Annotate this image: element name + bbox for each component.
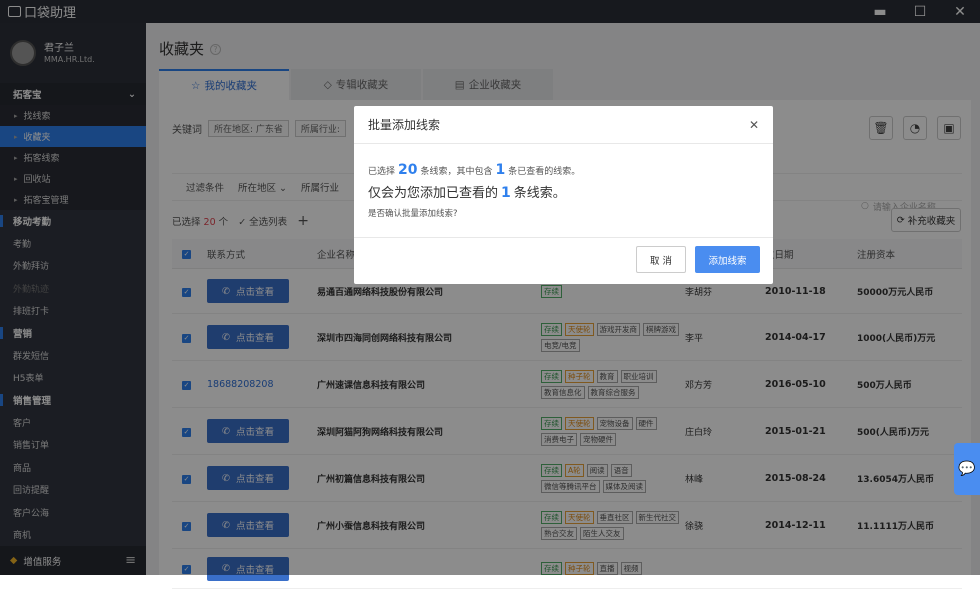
cancel-button[interactable]: 取 消 [636, 246, 686, 273]
dialog-summary: 已选择 20 条线索，其中包含 1 条已查看的线索。 [368, 162, 581, 178]
dialog-title: 批量添加线索 [368, 118, 441, 132]
add-leads-button[interactable]: 添加线索 [695, 246, 760, 273]
batch-add-dialog: 批量添加线索 ✕ 已选择 20 条线索，其中包含 1 条已查看的线索。 仅会为您… [354, 106, 773, 284]
close-icon[interactable]: ✕ [749, 118, 759, 132]
dialog-header: 批量添加线索 ✕ [354, 106, 773, 144]
modal-overlay [0, 0, 980, 575]
dialog-question: 是否确认批量添加线索? [368, 209, 458, 219]
dialog-body: 已选择 20 条线索，其中包含 1 条已查看的线索。 仅会为您添加已查看的 1 … [354, 144, 773, 219]
dialog-notice: 仅会为您添加已查看的 1 条线索。 [368, 185, 566, 201]
dialog-footer: 取 消 添加线索 [354, 237, 773, 284]
chat-float-icon[interactable]: 💬 [954, 443, 980, 495]
